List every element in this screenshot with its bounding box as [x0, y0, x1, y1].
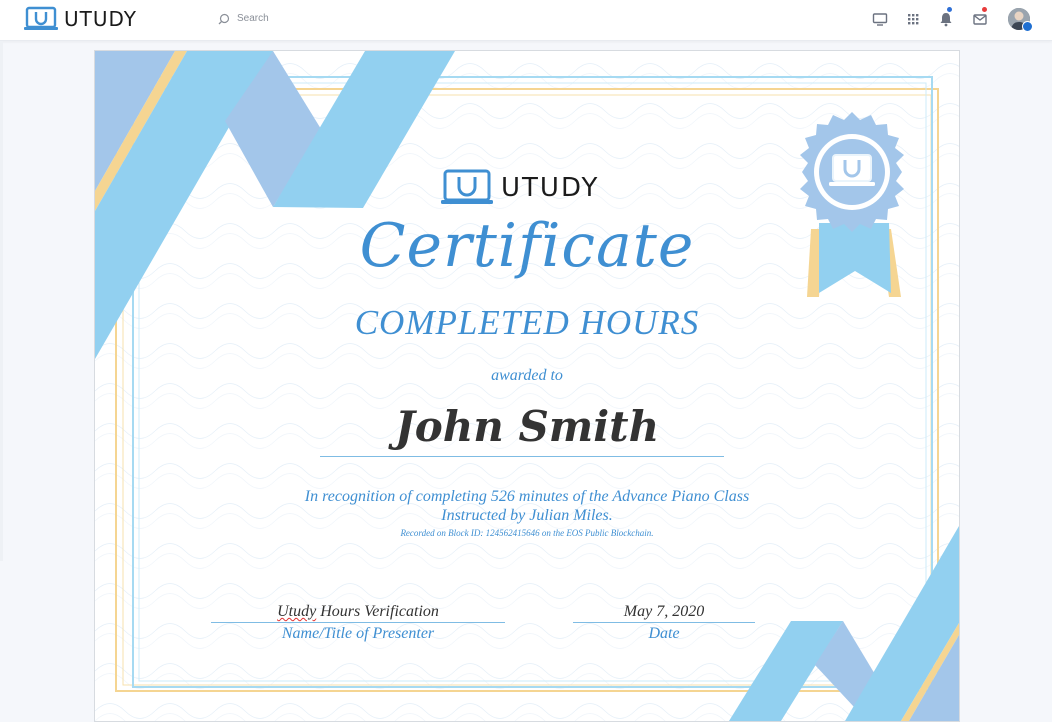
mail-notification-dot — [982, 7, 987, 12]
presenter-signature-line — [211, 622, 505, 623]
certificate: UTUDY Certificate COMPLETED HOURS awarde… — [94, 50, 960, 722]
blockchain-record-text: Recorded on Block ID: 124562415646 on th… — [400, 528, 654, 538]
presenter-rest: Hours Verification — [316, 603, 439, 620]
bell-icon[interactable] — [938, 11, 954, 27]
presenter-signature: Utudy Hours Verification — [211, 603, 505, 621]
awarded-to-label: awarded to — [491, 367, 563, 384]
monitor-icon[interactable] — [872, 11, 888, 27]
recipient-underline — [320, 456, 724, 457]
recognition-text: In recognition of completing 526 minutes… — [304, 488, 750, 505]
certificate-brand-name: UTUDY — [501, 173, 600, 203]
top-navbar: UTUDY — [0, 0, 1052, 41]
search-icon[interactable] — [218, 13, 230, 25]
search-input[interactable] — [235, 12, 399, 25]
rosette-logo-icon — [829, 154, 875, 186]
sidebar-edge — [0, 41, 3, 561]
certificate-brand-logo: UTUDY — [441, 169, 599, 207]
laptop-logo-icon — [24, 6, 58, 30]
brand-name: UTUDY — [64, 7, 138, 31]
recipient-name: John Smith — [394, 402, 660, 451]
certificate-subtitle: COMPLETED HOURS — [354, 303, 700, 342]
bell-notification-dot — [947, 7, 952, 12]
instructor-text: Instructed by Julian Miles. — [441, 507, 613, 524]
laptop-logo-icon — [441, 169, 493, 204]
avatar-dropdown-badge[interactable] — [1022, 21, 1033, 32]
mail-icon[interactable] — [972, 11, 988, 27]
certificate-date: May 7, 2020 — [623, 603, 705, 620]
search-box — [218, 12, 399, 25]
presenter-first-word: Utudy — [277, 603, 317, 620]
presenter-caption: Name/Title of Presenter — [281, 625, 435, 642]
certificate-title: Certificate — [359, 211, 695, 281]
date-caption: Date — [648, 625, 680, 642]
brand-logo[interactable]: UTUDY — [24, 6, 137, 32]
date-line — [573, 622, 755, 623]
apps-grid-icon[interactable] — [905, 11, 921, 27]
